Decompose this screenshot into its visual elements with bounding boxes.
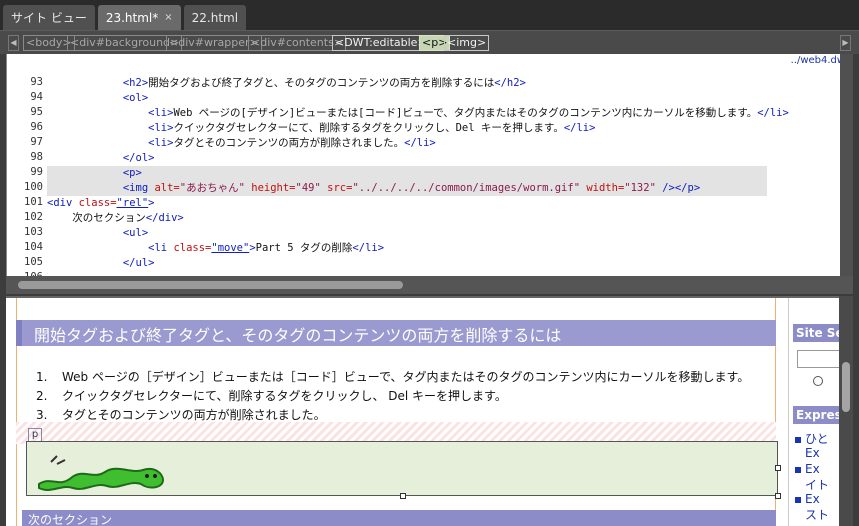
line-number: 96 [30, 121, 43, 133]
scroll-thumb[interactable] [18, 281, 403, 289]
code-line[interactable]: <ul> [47, 226, 148, 241]
tag-dwt-editable[interactable]: <DWT:editable> [332, 35, 430, 51]
sidebar-link[interactable]: スト [805, 508, 829, 522]
tab-23-html[interactable]: 23.html* × [97, 5, 181, 30]
tag-selector-bar: ◀ <body> <div#background> <div#wrapper> … [0, 30, 859, 54]
design-vertical-scrollbar[interactable] [839, 296, 853, 526]
line-number: 94 [30, 91, 43, 103]
tab-label: 23.html* [105, 10, 159, 25]
code-line[interactable]: <div class="rel"> [47, 196, 154, 211]
line-number: 102 [24, 211, 43, 223]
line-number: 105 [24, 256, 43, 268]
list-item: 1. Web ページの［デザイン］ビューまたは［コード］ビューで、タグ内またはその… [36, 368, 749, 385]
worm-icon [38, 455, 165, 491]
sidebar-link[interactable]: Ex [805, 446, 820, 460]
code-line[interactable]: <li class="move">Part 5 タグの削除</li> [47, 241, 384, 256]
bullet-icon [795, 466, 801, 473]
sidebar-fragment: Site Se Expres ひと Ex Ex イト Ex スト [788, 298, 853, 526]
radio-button[interactable] [813, 376, 823, 386]
tag-div-background[interactable]: <div#background> [67, 35, 183, 51]
line-number: 100 [24, 181, 43, 193]
bullet-icon [795, 496, 801, 503]
code-line[interactable]: <ol> [47, 91, 148, 106]
list-text: Web ページの［デザイン］ビューまたは［コード］ビューで、タグ内またはそのタグ… [62, 370, 750, 384]
code-line[interactable]: <h2>開始タグおよび終了タグと、そのタグのコンテンツの両方を削除するには</h… [47, 76, 526, 91]
line-number: 93 [30, 76, 43, 88]
tab-22-html[interactable]: 22.html [183, 5, 247, 30]
list-text: クイックタグセレクターにて、削除するタグをクリックし、 Del キーを押します。 [62, 389, 507, 403]
tab-site-view[interactable]: サイト ビュー [3, 5, 95, 30]
heading-text: 開始タグおよび終了タグと、そのタグのコンテンツの両方を削除するには [34, 326, 562, 345]
sidebar-link[interactable]: ひと [805, 432, 829, 446]
list-number: 2. [36, 389, 48, 403]
list-item: 3. タグとそのコンテンツの両方が削除されました。 [36, 406, 326, 423]
next-section-text: 次のセクション [28, 513, 113, 526]
line-number: 103 [24, 226, 43, 238]
list-item[interactable]: イト [805, 476, 829, 493]
code-view[interactable]: ../web4.dwt 93 <h2>開始タグおよび終了タグと、そのタグのコンテ… [6, 54, 853, 283]
list-item[interactable]: Ex [795, 462, 820, 476]
tag-img[interactable]: <img> [444, 35, 490, 51]
code-line[interactable]: <li>Web ページの[デザイン]ビューまたは[コード]ビューで、タグ内または… [47, 106, 789, 121]
sidebar-link[interactable]: Ex [805, 492, 820, 506]
list-item[interactable]: スト [805, 506, 829, 523]
design-view[interactable]: 開始タグおよび終了タグと、そのタグのコンテンツの両方を削除するには 1. Web … [6, 296, 853, 526]
tab-label: サイト ビュー [11, 11, 87, 25]
scroll-right-icon[interactable]: ▶ [840, 35, 851, 51]
list-text: タグとそのコンテンツの両方が削除されました。 [62, 408, 326, 422]
code-line[interactable]: 次のセクション</div> [47, 211, 183, 226]
scroll-left-icon[interactable]: ◀ [8, 35, 19, 51]
code-vertical-scrollbar[interactable] [840, 54, 853, 276]
list-number: 1. [36, 370, 48, 384]
list-item[interactable]: Ex [795, 492, 820, 506]
code-line[interactable]: <li>クイックタグセレクターにて、削除するタグをクリックし、Del キーを押し… [47, 121, 595, 136]
line-number: 104 [24, 241, 43, 253]
dreamweaver-window: サイト ビュー 23.html* × 22.html ◀ <body> <div#… [0, 0, 859, 526]
line-number: 98 [30, 151, 43, 163]
resize-handle[interactable] [400, 493, 406, 499]
line-number: 95 [30, 106, 43, 118]
resize-handle[interactable] [775, 465, 781, 471]
scroll-thumb[interactable] [842, 362, 850, 412]
paragraph-badge: p [28, 428, 42, 442]
code-line[interactable]: <img alt="あおちゃん" height="49" src="../../… [47, 181, 767, 196]
code-line[interactable]: </ol> [47, 151, 155, 166]
code-line[interactable]: <p> [47, 166, 767, 181]
list-item: 2. クイックタグセレクターにて、削除するタグをクリックし、 Del キーを押しま… [36, 387, 507, 404]
resize-handle[interactable] [775, 493, 781, 499]
list-number: 3. [36, 408, 48, 422]
code-line[interactable]: </ul> [47, 256, 155, 271]
sidebar-link[interactable]: イト [805, 478, 829, 492]
sidebar-link[interactable]: Ex [805, 462, 820, 476]
close-icon[interactable]: × [164, 12, 172, 23]
line-number: 99 [30, 166, 43, 178]
list-item[interactable]: Ex [805, 446, 820, 460]
code-line[interactable]: <li>タグとそのコンテンツの両方が削除されました。</li> [47, 136, 436, 151]
next-section-bar: 次のセクション [22, 510, 776, 526]
line-number: 101 [24, 196, 43, 208]
section-heading: 開始タグおよび終了タグと、そのタグのコンテンツの両方を削除するには [16, 320, 776, 346]
list-item[interactable]: ひと [795, 430, 829, 447]
tab-label: 22.html [191, 10, 239, 25]
document-tabs: サイト ビュー 23.html* × 22.html [0, 0, 859, 30]
line-number: 97 [30, 136, 43, 148]
bullet-icon [795, 436, 801, 443]
code-horizontal-scrollbar[interactable] [6, 276, 853, 294]
selected-image[interactable] [26, 441, 778, 496]
